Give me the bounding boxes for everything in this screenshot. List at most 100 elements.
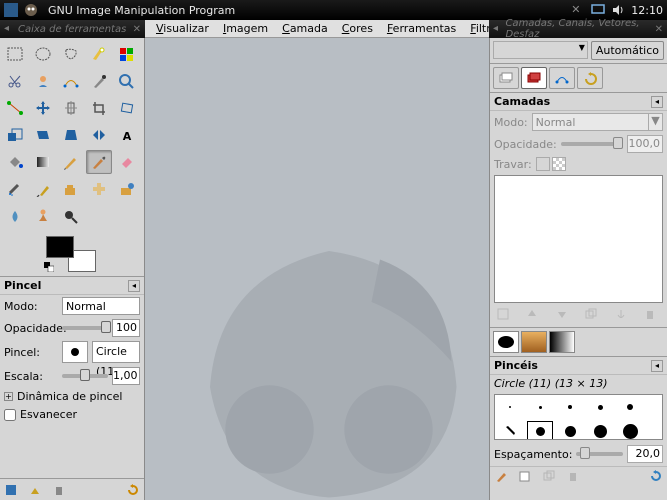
image-select[interactable]: ▼ — [493, 41, 588, 59]
menu-cores[interactable]: Cores — [336, 20, 379, 37]
panel-menu-icon[interactable]: ◂ — [651, 360, 663, 372]
color-picker-tool[interactable] — [86, 69, 112, 93]
scissors-tool[interactable] — [2, 69, 28, 93]
delete-layer-icon[interactable] — [643, 307, 661, 325]
fade-checkbox[interactable] — [4, 409, 16, 421]
right-dock-panel: ▼ Automático Camadas ◂ Modo: Normal▼ Opa… — [489, 38, 667, 500]
panel-menu-icon[interactable]: ◂ — [128, 280, 140, 292]
flip-tool[interactable] — [86, 123, 112, 147]
foreground-select-tool[interactable] — [30, 69, 56, 93]
undo-dock-icon[interactable] — [577, 67, 603, 89]
lock-alpha-checkbox[interactable] — [552, 157, 566, 171]
ink-tool[interactable] — [30, 177, 56, 201]
brushes-dock-icon[interactable] — [493, 331, 519, 353]
panel-menu-icon[interactable]: ◂ — [651, 96, 663, 108]
layer-opacity-label: Opacidade: — [494, 138, 557, 151]
close-dock-icon[interactable]: ✕ — [133, 24, 141, 35]
scale-tool[interactable] — [2, 123, 28, 147]
mode-select[interactable]: Normal — [62, 297, 140, 315]
gimp-icon[interactable] — [24, 3, 38, 17]
shear-tool[interactable] — [30, 123, 56, 147]
delete-options-icon[interactable] — [52, 483, 66, 497]
menu-imagem[interactable]: Imagem — [217, 20, 274, 37]
window-close-icon[interactable]: ✕ — [571, 3, 585, 17]
refresh-brushes-icon[interactable] — [649, 469, 663, 483]
menu-visualizar[interactable]: Visualizar — [150, 20, 215, 37]
dock-menu-icon[interactable]: ◂ — [493, 23, 503, 35]
patterns-dock-icon[interactable] — [521, 331, 547, 353]
anchor-layer-icon[interactable] — [614, 307, 632, 325]
volume-tray-icon[interactable] — [611, 3, 625, 17]
menu-camada[interactable]: Camada — [276, 20, 334, 37]
duplicate-brush-icon[interactable] — [542, 469, 556, 483]
delete-brush-icon[interactable] — [566, 469, 580, 483]
new-layer-icon[interactable] — [496, 307, 514, 325]
dock-menu-icon[interactable]: ◂ — [4, 23, 16, 35]
dodge-burn-tool[interactable] — [58, 204, 84, 228]
auto-button[interactable]: Automático — [591, 41, 664, 60]
bucket-fill-tool[interactable] — [2, 150, 28, 174]
paths-tool[interactable] — [58, 69, 84, 93]
rect-select-tool[interactable] — [2, 42, 28, 66]
scale-value[interactable]: 1,00 — [112, 367, 140, 385]
perspective-tool[interactable] — [58, 123, 84, 147]
opacity-slider[interactable] — [62, 326, 108, 330]
paths-dock-icon[interactable] — [549, 67, 575, 89]
display-tray-icon[interactable] — [591, 3, 605, 17]
zoom-tool[interactable] — [114, 69, 140, 93]
layer-list[interactable] — [494, 175, 663, 303]
brush-info: Circle (11) (13 × 13) — [490, 375, 667, 392]
pencil-tool[interactable] — [58, 150, 84, 174]
canvas-area[interactable] — [145, 38, 489, 500]
fuzzy-select-tool[interactable] — [86, 42, 112, 66]
toolbox-tab-label: Caixa de ferramentas — [18, 24, 126, 35]
new-brush-icon[interactable] — [518, 469, 532, 483]
smudge-tool[interactable] — [30, 204, 56, 228]
color-select-tool[interactable] — [114, 42, 140, 66]
align-tool[interactable] — [58, 96, 84, 120]
layer-opacity-slider[interactable] — [561, 142, 623, 146]
free-select-tool[interactable] — [58, 42, 84, 66]
layers-dock-icon[interactable] — [493, 67, 519, 89]
clone-tool[interactable] — [58, 177, 84, 201]
airbrush-tool[interactable] — [2, 177, 28, 201]
brush-preview[interactable] — [62, 341, 88, 363]
crop-tool[interactable] — [86, 96, 112, 120]
heal-tool[interactable] — [86, 177, 112, 201]
text-tool[interactable]: A — [114, 123, 140, 147]
restore-options-icon[interactable] — [28, 483, 42, 497]
layer-opacity-value[interactable]: 100,0 — [627, 135, 663, 153]
lock-pixels-checkbox[interactable] — [536, 157, 550, 171]
brush-dynamics-expander[interactable]: + Dinâmica de pincel — [0, 387, 144, 406]
reset-options-icon[interactable] — [126, 483, 140, 497]
scale-slider[interactable] — [62, 374, 108, 378]
save-options-icon[interactable] — [4, 483, 18, 497]
menu-ferramentas[interactable]: Ferramentas — [381, 20, 462, 37]
paintbrush-tool[interactable] — [86, 150, 112, 174]
eraser-tool[interactable] — [114, 150, 140, 174]
brush-grid[interactable] — [494, 394, 663, 440]
perspective-clone-tool[interactable] — [114, 177, 140, 201]
edit-brush-icon[interactable] — [494, 469, 508, 483]
default-colors-icon[interactable] — [44, 262, 54, 272]
lower-layer-icon[interactable] — [555, 307, 573, 325]
app-menu-icon[interactable] — [4, 3, 18, 17]
measure-tool[interactable] — [2, 96, 28, 120]
brush-name-field[interactable]: Circle (11) — [92, 341, 140, 363]
toolbox-panel: A Pincel ◂ Modo: — [0, 38, 145, 500]
duplicate-layer-icon[interactable] — [584, 307, 602, 325]
spacing-slider[interactable] — [576, 452, 623, 456]
layer-mode-select[interactable]: Normal▼ — [532, 113, 663, 131]
opacity-value[interactable]: 100 — [112, 319, 140, 337]
gradients-dock-icon[interactable] — [549, 331, 575, 353]
foreground-color[interactable] — [46, 236, 74, 258]
channels-dock-icon[interactable] — [521, 67, 547, 89]
blur-tool[interactable] — [2, 204, 28, 228]
blend-tool[interactable] — [30, 150, 56, 174]
ellipse-select-tool[interactable] — [30, 42, 56, 66]
move-tool[interactable] — [30, 96, 56, 120]
spacing-value[interactable]: 20,0 — [627, 445, 663, 463]
raise-layer-icon[interactable] — [525, 307, 543, 325]
rotate-tool[interactable] — [114, 96, 140, 120]
close-dock-icon[interactable]: ✕ — [655, 24, 663, 35]
